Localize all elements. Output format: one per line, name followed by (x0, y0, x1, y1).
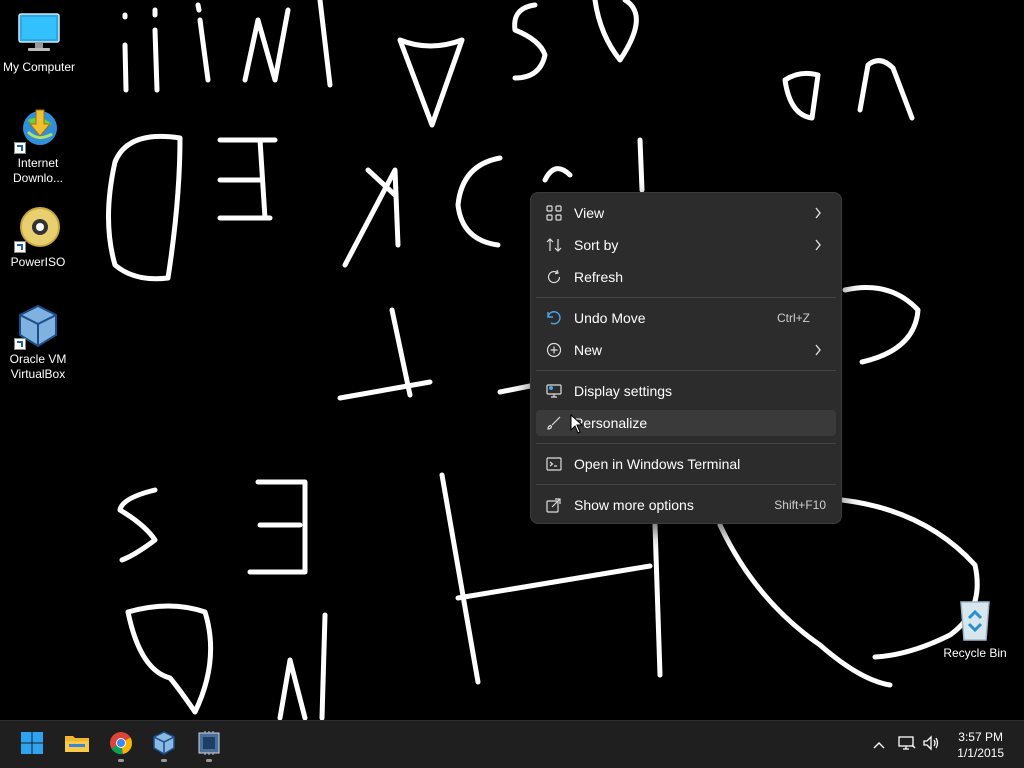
virtualbox-cube-icon (152, 730, 176, 760)
volume-button[interactable] (920, 733, 942, 757)
menu-item-label: Sort by (574, 237, 619, 253)
menu-item-shortcut: Shift+F10 (774, 498, 826, 512)
clock-date: 1/1/2015 (957, 746, 1004, 760)
menu-item-label: Open in Windows Terminal (574, 456, 741, 472)
virtualbox-cube-icon (14, 302, 62, 350)
sort-icon (544, 235, 564, 255)
desktop-icon-label: My Computer (2, 60, 76, 74)
chevron-right-icon (810, 344, 826, 356)
menu-item-new[interactable]: New (536, 337, 836, 363)
terminal-icon (544, 454, 564, 474)
desktop-icon-label: Recycle Bin (943, 646, 1007, 660)
windows-logo-icon (20, 731, 44, 760)
menu-item-view[interactable]: View (536, 200, 836, 226)
monitor-icon (15, 10, 63, 58)
desktop-icon-label: Oracle VM VirtualBox (9, 352, 67, 381)
network-icon (898, 735, 916, 756)
chevron-right-icon (810, 239, 826, 251)
taskbar-chrome[interactable] (103, 727, 139, 763)
chrome-icon (109, 731, 133, 760)
menu-item-label: Personalize (574, 415, 648, 431)
show-hidden-icons-button[interactable] (870, 733, 888, 757)
menu-item-sort-by[interactable]: Sort by (536, 232, 836, 258)
recycle-bin-icon (951, 596, 999, 644)
taskbar-file-explorer[interactable] (59, 727, 95, 763)
mouse-pointer-icon (570, 414, 584, 434)
clock-time: 3:57 PM (958, 730, 1003, 744)
shortcut-arrow-icon (14, 241, 26, 253)
plus-circle-icon (544, 340, 564, 360)
taskbar-cpu-z[interactable] (191, 727, 227, 763)
menu-item-label: New (574, 342, 603, 358)
brush-icon (544, 413, 564, 433)
desktop-icon-poweriso[interactable]: PowerISO (0, 205, 76, 270)
menu-separator (536, 443, 836, 444)
more-options-icon (544, 495, 564, 515)
menu-item-label: Refresh (574, 269, 624, 285)
desktop-context-menu: View Sort by Refresh Undo Move Ctrl+Z Ne… (530, 192, 842, 524)
refresh-icon (544, 267, 564, 287)
menu-item-label: Show more options (574, 497, 694, 513)
menu-item-label: Display settings (574, 383, 673, 399)
menu-item-show-more-options[interactable]: Show more options Shift+F10 (536, 492, 836, 518)
poweriso-disc-icon (14, 205, 62, 253)
running-indicator (206, 759, 212, 762)
shortcut-arrow-icon (14, 142, 26, 154)
start-button[interactable] (14, 727, 50, 763)
folder-icon (64, 732, 90, 759)
grid-icon (544, 203, 564, 223)
undo-icon (544, 308, 564, 328)
taskbar: 3:57 PM 1/1/2015 (0, 720, 1024, 768)
menu-item-refresh[interactable]: Refresh (536, 264, 836, 290)
volume-icon (922, 734, 940, 756)
running-indicator (118, 759, 124, 762)
internet-download-manager-icon (14, 106, 62, 154)
menu-item-undo-move[interactable]: Undo Move Ctrl+Z (536, 305, 836, 331)
menu-separator (536, 297, 836, 298)
menu-item-label: View (574, 205, 605, 221)
chevron-up-icon (873, 736, 885, 754)
taskbar-clock[interactable]: 3:57 PM 1/1/2015 (957, 729, 1004, 761)
desktop-icon-virtualbox[interactable]: Oracle VM VirtualBox (0, 302, 76, 382)
network-button[interactable] (896, 733, 918, 757)
menu-item-shortcut: Ctrl+Z (777, 311, 810, 325)
desktop-wallpaper (106, 0, 980, 720)
chevron-right-icon (810, 207, 826, 219)
menu-item-open-in-windows-terminal[interactable]: Open in Windows Terminal (536, 451, 836, 477)
display-settings-icon (544, 381, 564, 401)
desktop-icon-label: Internet Downlo... (12, 156, 64, 185)
desktop-icon-internet-download-manager[interactable]: Internet Downlo... (0, 106, 76, 186)
taskbar-virtualbox[interactable] (146, 727, 182, 763)
desktop-icon-recycle-bin[interactable]: Recycle Bin (937, 596, 1013, 661)
menu-item-label: Undo Move (574, 310, 646, 326)
shortcut-arrow-icon (14, 338, 26, 350)
running-indicator (161, 759, 167, 762)
desktop-icon-label: PowerISO (10, 255, 66, 269)
cpuz-icon (197, 730, 221, 760)
menu-item-display-settings[interactable]: Display settings (536, 378, 836, 404)
menu-separator (536, 484, 836, 485)
desktop-icon-my-computer[interactable]: My Computer (1, 10, 77, 75)
menu-separator (536, 370, 836, 371)
